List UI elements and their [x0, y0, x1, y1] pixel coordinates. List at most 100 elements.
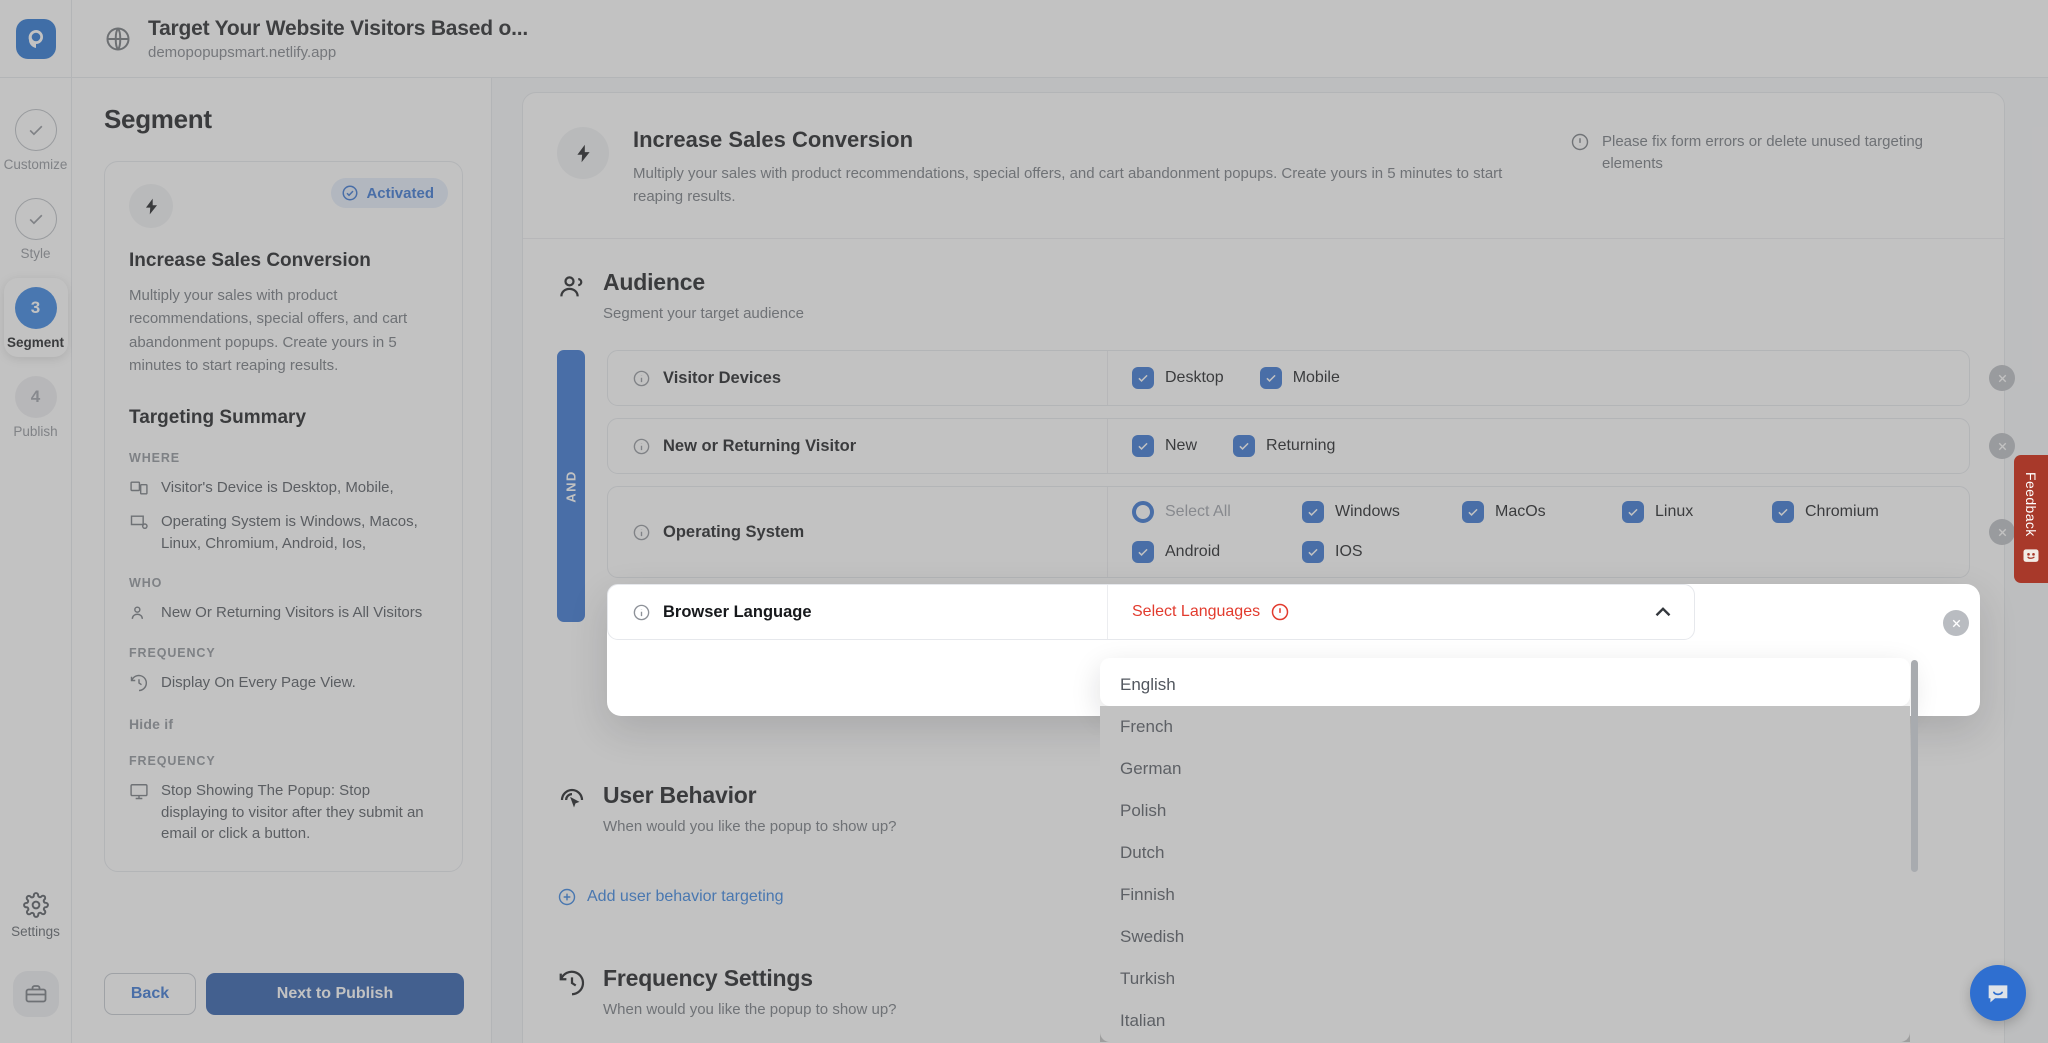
select-languages-error[interactable]: Select Languages: [1132, 602, 1290, 622]
delete-rule-button[interactable]: [1989, 519, 2015, 545]
checkbox-windows[interactable]: [1302, 501, 1324, 523]
info-icon[interactable]: [632, 369, 651, 388]
radio-select-all[interactable]: [1132, 501, 1154, 523]
next-to-publish-button[interactable]: Next to Publish: [206, 973, 464, 1015]
bolt-icon: [557, 127, 609, 179]
option-returning[interactable]: Returning: [1233, 435, 1335, 457]
summary-group-label-frequency: FREQUENCY: [129, 646, 438, 660]
rule-row-new-returning: New or Returning Visitor New: [607, 418, 1970, 474]
checkbox-new[interactable]: [1132, 435, 1154, 457]
panel-title: Increase Sales Conversion: [633, 127, 1503, 153]
app-root: Target Your Website Visitors Based o... …: [0, 0, 2048, 1043]
gear-icon: [23, 892, 49, 918]
step-marker-customize: [15, 109, 57, 151]
option-macos[interactable]: MacOs: [1462, 501, 1592, 523]
sidebar-item-customize[interactable]: Customize: [4, 100, 68, 179]
checkbox-android[interactable]: [1132, 541, 1154, 563]
language-option-finnish[interactable]: Finnish: [1100, 874, 1910, 916]
top-bar: Target Your Website Visitors Based o... …: [0, 0, 2048, 78]
rule-row-visitor-devices: Visitor Devices Desktop: [607, 350, 1970, 406]
close-icon: [1950, 617, 1963, 630]
option-select-all[interactable]: Select All: [1132, 501, 1272, 523]
sidebar-label-publish: Publish: [13, 424, 57, 439]
checkbox-desktop[interactable]: [1132, 367, 1154, 389]
option-windows[interactable]: Windows: [1302, 501, 1432, 523]
option-label: IOS: [1335, 543, 1363, 561]
language-option-french[interactable]: French: [1100, 706, 1910, 748]
language-options-list[interactable]: English: [1100, 658, 1910, 706]
info-icon[interactable]: [632, 523, 651, 542]
language-option-italian[interactable]: Italian: [1100, 1000, 1910, 1042]
feedback-label: Feedback: [2023, 472, 2039, 537]
delete-rule-button[interactable]: [1989, 433, 2015, 459]
rule-name-label: New or Returning Visitor: [663, 437, 856, 456]
chat-bubble-icon: [1984, 979, 2012, 1007]
briefcase-icon: [24, 982, 48, 1006]
option-android[interactable]: Android: [1132, 541, 1272, 563]
option-desktop[interactable]: Desktop: [1132, 367, 1224, 389]
option-ios[interactable]: IOS: [1302, 541, 1432, 563]
feedback-tab[interactable]: Feedback: [2014, 455, 2048, 583]
option-label: Mobile: [1293, 369, 1340, 387]
checkbox-returning[interactable]: [1233, 435, 1255, 457]
summary-panel: Segment Activated Increase Sales Convers…: [72, 78, 492, 1043]
popupsmart-logo-icon: [16, 19, 56, 59]
checkbox-chromium[interactable]: [1772, 501, 1794, 523]
checkbox-linux[interactable]: [1622, 501, 1644, 523]
rule-options: Desktop Mobile: [1108, 351, 1969, 405]
stop-popup-icon: [129, 781, 149, 801]
info-icon[interactable]: [632, 603, 651, 622]
audience-title: Audience: [603, 269, 804, 296]
sidebar-label-segment: Segment: [7, 335, 64, 350]
checkbox-ios[interactable]: [1302, 541, 1324, 563]
language-option-swedish[interactable]: Swedish: [1100, 916, 1910, 958]
add-user-behavior-targeting-label: Add user behavior targeting: [587, 888, 784, 906]
info-icon[interactable]: [632, 437, 651, 456]
check-circle-icon: [341, 184, 359, 202]
language-option-german[interactable]: German: [1100, 748, 1910, 790]
workspace-button[interactable]: [13, 971, 59, 1017]
delete-rule-button-browser-language[interactable]: [1943, 610, 1969, 636]
chevron-up-icon[interactable]: [1650, 599, 1676, 625]
checkbox-macos[interactable]: [1462, 501, 1484, 523]
option-label: Windows: [1335, 503, 1400, 521]
rule-name: Operating System: [608, 487, 1108, 577]
chat-launcher-button[interactable]: [1970, 965, 2026, 1021]
rule-name-label: Browser Language: [663, 603, 812, 622]
globe-icon: [104, 25, 132, 53]
language-option-turkish[interactable]: Turkish: [1100, 958, 1910, 1000]
panel-subtitle: Multiply your sales with product recomme…: [633, 163, 1503, 208]
option-new[interactable]: New: [1132, 435, 1197, 457]
language-option-english[interactable]: English: [1100, 664, 1910, 706]
option-linux[interactable]: Linux: [1622, 501, 1742, 523]
language-option-polish[interactable]: Polish: [1100, 790, 1910, 832]
bolt-icon: [129, 184, 173, 228]
smiley-icon: [2021, 546, 2041, 566]
panel-header: Increase Sales Conversion Multiply your …: [523, 93, 2004, 239]
language-dropdown-menu[interactable]: English FrenchGermanPolishDutchFinnishSw…: [1100, 658, 1910, 1042]
language-option-dutch[interactable]: Dutch: [1100, 832, 1910, 874]
step-marker-segment: 3: [15, 287, 57, 329]
app-logo[interactable]: [0, 0, 72, 78]
checkbox-mobile[interactable]: [1260, 367, 1282, 389]
and-operator-bar: AND: [557, 350, 585, 622]
os-icon: [129, 512, 149, 532]
rule-options: New Returning: [1108, 419, 1969, 473]
summary-row: Stop Showing The Popup: Stop displaying …: [129, 780, 438, 845]
sidebar-item-settings[interactable]: Settings: [11, 892, 60, 939]
option-label: Returning: [1266, 437, 1335, 455]
browser-language-rule: Browser Language Select Languages: [607, 584, 1695, 640]
rule-options[interactable]: Select Languages: [1108, 585, 1650, 639]
option-mobile[interactable]: Mobile: [1260, 367, 1340, 389]
back-button[interactable]: Back: [104, 973, 196, 1015]
sidebar-item-publish[interactable]: 4 Publish: [4, 367, 68, 446]
sidebar-item-segment[interactable]: 3 Segment: [4, 278, 68, 357]
summary-row: Display On Every Page View.: [129, 672, 438, 694]
user-behavior-title: User Behavior: [603, 782, 897, 809]
sidebar-item-style[interactable]: Style: [4, 189, 68, 268]
rule-name: New or Returning Visitor: [608, 419, 1108, 473]
option-chromium[interactable]: Chromium: [1772, 501, 1879, 523]
delete-rule-button[interactable]: [1989, 365, 2015, 391]
sidebar-label-style: Style: [20, 246, 50, 261]
dropdown-scrollbar-thumb[interactable]: [1911, 660, 1918, 872]
